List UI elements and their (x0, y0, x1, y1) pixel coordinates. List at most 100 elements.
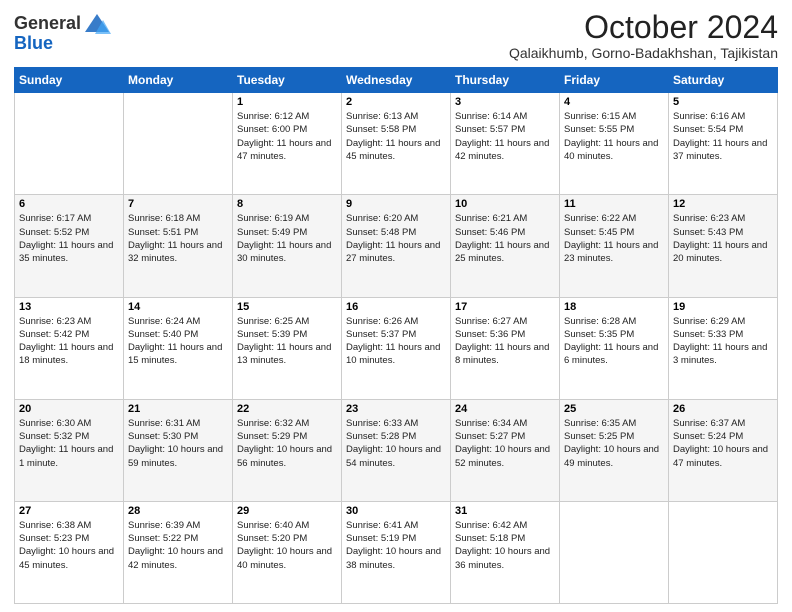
day-number: 20 (19, 403, 119, 415)
day-info: Sunrise: 6:19 AMSunset: 5:49 PMDaylight:… (237, 212, 337, 265)
day-number: 1 (237, 96, 337, 108)
table-row: 9Sunrise: 6:20 AMSunset: 5:48 PMDaylight… (342, 195, 451, 297)
day-number: 12 (673, 198, 773, 210)
table-row: 18 Sunrise: 6:28 AMSunset: 5:35 PMDayligh… (560, 297, 669, 399)
day-number: 25 (564, 403, 664, 415)
table-row: 12Sunrise: 6:23 AMSunset: 5:43 PMDayligh… (669, 195, 778, 297)
logo-blue-text: Blue (14, 34, 53, 54)
day-number: 27 (19, 505, 119, 517)
calendar-week-row: 1 Sunrise: 6:12 AMSunset: 6:00 PMDaylight… (15, 93, 778, 195)
table-row: 3 Sunrise: 6:14 AMSunset: 5:57 PMDaylight… (451, 93, 560, 195)
day-info: Sunrise: 6:41 AMSunset: 5:19 PMDaylight:… (346, 519, 446, 572)
day-info: Sunrise: 6:29 AMSunset: 5:33 PMDaylight:… (673, 315, 773, 368)
table-row: 13 Sunrise: 6:23 AMSunset: 5:42 PMDayligh… (15, 297, 124, 399)
location-title: Qalaikhumb, Gorno-Badakhshan, Tajikistan (509, 45, 778, 61)
day-info: Sunrise: 6:32 AMSunset: 5:29 PMDaylight:… (237, 417, 337, 470)
table-row: 31 Sunrise: 6:42 AMSunset: 5:18 PMDayligh… (451, 501, 560, 603)
table-row: 19Sunrise: 6:29 AMSunset: 5:33 PMDayligh… (669, 297, 778, 399)
day-number: 2 (346, 96, 446, 108)
logo-icon (83, 10, 111, 38)
logo-general-text: General (14, 14, 81, 34)
calendar-week-row: 13 Sunrise: 6:23 AMSunset: 5:42 PMDayligh… (15, 297, 778, 399)
day-info: Sunrise: 6:12 AMSunset: 6:00 PMDaylight:… (237, 110, 337, 163)
col-wednesday: Wednesday (342, 68, 451, 93)
table-row: 1 Sunrise: 6:12 AMSunset: 6:00 PMDaylight… (233, 93, 342, 195)
table-row: 6 Sunrise: 6:17 AMSunset: 5:52 PMDaylight… (15, 195, 124, 297)
table-row: 10 Sunrise: 6:21 AMSunset: 5:46 PMDayligh… (451, 195, 560, 297)
day-info: Sunrise: 6:31 AMSunset: 5:30 PMDaylight:… (128, 417, 228, 470)
day-info: Sunrise: 6:24 AMSunset: 5:40 PMDaylight:… (128, 315, 228, 368)
table-row: 2 Sunrise: 6:13 AMSunset: 5:58 PMDaylight… (342, 93, 451, 195)
day-number: 13 (19, 301, 119, 313)
day-info: Sunrise: 6:39 AMSunset: 5:22 PMDaylight:… (128, 519, 228, 572)
table-row: 11 Sunrise: 6:22 AMSunset: 5:45 PMDayligh… (560, 195, 669, 297)
table-row: 30Sunrise: 6:41 AMSunset: 5:19 PMDayligh… (342, 501, 451, 603)
col-monday: Monday (124, 68, 233, 93)
day-number: 31 (455, 505, 555, 517)
day-info: Sunrise: 6:34 AMSunset: 5:27 PMDaylight:… (455, 417, 555, 470)
day-info: Sunrise: 6:26 AMSunset: 5:37 PMDaylight:… (346, 315, 446, 368)
day-info: Sunrise: 6:35 AMSunset: 5:25 PMDaylight:… (564, 417, 664, 470)
table-row (669, 501, 778, 603)
day-info: Sunrise: 6:13 AMSunset: 5:58 PMDaylight:… (346, 110, 446, 163)
col-friday: Friday (560, 68, 669, 93)
table-row: 17 Sunrise: 6:27 AMSunset: 5:36 PMDayligh… (451, 297, 560, 399)
day-info: Sunrise: 6:42 AMSunset: 5:18 PMDaylight:… (455, 519, 555, 572)
day-number: 24 (455, 403, 555, 415)
table-row: 28 Sunrise: 6:39 AMSunset: 5:22 PMDayligh… (124, 501, 233, 603)
day-number: 4 (564, 96, 664, 108)
day-number: 3 (455, 96, 555, 108)
day-number: 9 (346, 198, 446, 210)
day-number: 28 (128, 505, 228, 517)
day-number: 23 (346, 403, 446, 415)
calendar-week-row: 27Sunrise: 6:38 AMSunset: 5:23 PMDayligh… (15, 501, 778, 603)
day-number: 17 (455, 301, 555, 313)
table-row: 21Sunrise: 6:31 AMSunset: 5:30 PMDayligh… (124, 399, 233, 501)
calendar-table: Sunday Monday Tuesday Wednesday Thursday… (14, 67, 778, 604)
day-number: 15 (237, 301, 337, 313)
table-row: 22Sunrise: 6:32 AMSunset: 5:29 PMDayligh… (233, 399, 342, 501)
table-row: 20Sunrise: 6:30 AMSunset: 5:32 PMDayligh… (15, 399, 124, 501)
day-info: Sunrise: 6:25 AMSunset: 5:39 PMDaylight:… (237, 315, 337, 368)
col-tuesday: Tuesday (233, 68, 342, 93)
table-row: 4 Sunrise: 6:15 AMSunset: 5:55 PMDaylight… (560, 93, 669, 195)
day-info: Sunrise: 6:28 AMSunset: 5:35 PMDaylight:… (564, 315, 664, 368)
table-row: 23 Sunrise: 6:33 AMSunset: 5:28 PMDayligh… (342, 399, 451, 501)
day-info: Sunrise: 6:21 AMSunset: 5:46 PMDaylight:… (455, 212, 555, 265)
table-row: 29Sunrise: 6:40 AMSunset: 5:20 PMDayligh… (233, 501, 342, 603)
table-row: 25 Sunrise: 6:35 AMSunset: 5:25 PMDayligh… (560, 399, 669, 501)
table-row: 27Sunrise: 6:38 AMSunset: 5:23 PMDayligh… (15, 501, 124, 603)
day-info: Sunrise: 6:14 AMSunset: 5:57 PMDaylight:… (455, 110, 555, 163)
day-info: Sunrise: 6:27 AMSunset: 5:36 PMDaylight:… (455, 315, 555, 368)
calendar-week-row: 20Sunrise: 6:30 AMSunset: 5:32 PMDayligh… (15, 399, 778, 501)
table-row (124, 93, 233, 195)
day-info: Sunrise: 6:33 AMSunset: 5:28 PMDaylight:… (346, 417, 446, 470)
day-number: 7 (128, 198, 228, 210)
day-info: Sunrise: 6:17 AMSunset: 5:52 PMDaylight:… (19, 212, 119, 265)
day-info: Sunrise: 6:18 AMSunset: 5:51 PMDaylight:… (128, 212, 228, 265)
day-number: 8 (237, 198, 337, 210)
day-info: Sunrise: 6:16 AMSunset: 5:54 PMDaylight:… (673, 110, 773, 163)
day-info: Sunrise: 6:15 AMSunset: 5:55 PMDaylight:… (564, 110, 664, 163)
day-info: Sunrise: 6:23 AMSunset: 5:42 PMDaylight:… (19, 315, 119, 368)
table-row: 14 Sunrise: 6:24 AMSunset: 5:40 PMDayligh… (124, 297, 233, 399)
table-row: 8 Sunrise: 6:19 AMSunset: 5:49 PMDaylight… (233, 195, 342, 297)
day-info: Sunrise: 6:40 AMSunset: 5:20 PMDaylight:… (237, 519, 337, 572)
col-sunday: Sunday (15, 68, 124, 93)
day-number: 11 (564, 198, 664, 210)
table-row: 15 Sunrise: 6:25 AMSunset: 5:39 PMDayligh… (233, 297, 342, 399)
table-row: 7 Sunrise: 6:18 AMSunset: 5:51 PMDaylight… (124, 195, 233, 297)
day-number: 18 (564, 301, 664, 313)
table-row: 16Sunrise: 6:26 AMSunset: 5:37 PMDayligh… (342, 297, 451, 399)
day-number: 6 (19, 198, 119, 210)
table-row (560, 501, 669, 603)
day-number: 14 (128, 301, 228, 313)
title-block: October 2024 Qalaikhumb, Gorno-Badakhsha… (509, 10, 778, 61)
col-saturday: Saturday (669, 68, 778, 93)
day-info: Sunrise: 6:22 AMSunset: 5:45 PMDaylight:… (564, 212, 664, 265)
table-row (15, 93, 124, 195)
table-row: 26Sunrise: 6:37 AMSunset: 5:24 PMDayligh… (669, 399, 778, 501)
logo: General Blue (14, 10, 111, 54)
day-number: 10 (455, 198, 555, 210)
day-number: 26 (673, 403, 773, 415)
